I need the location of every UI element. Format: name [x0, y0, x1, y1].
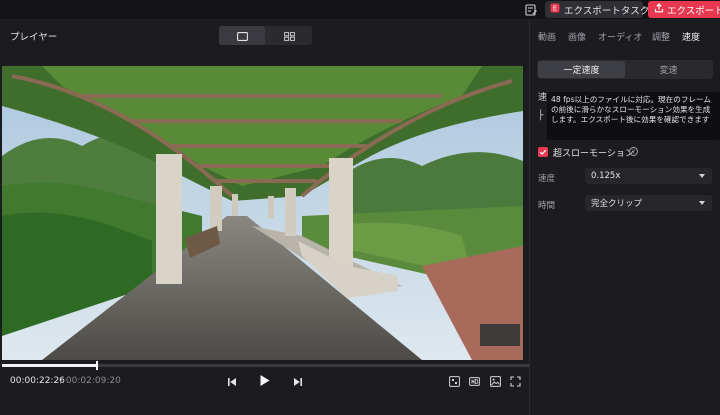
player-header: プレイヤー	[0, 19, 529, 51]
help-icon[interactable]: ?	[629, 147, 638, 156]
image-icon	[489, 372, 501, 391]
editor-window: E エクスポートタスク エクスポート プレイヤー 00:00:22:26 / 0…	[0, 0, 720, 415]
single-view-icon	[236, 26, 248, 45]
pergola-walkway-frame	[2, 66, 523, 360]
timeline-progress	[2, 364, 97, 367]
fullscreen-icon	[509, 372, 521, 391]
speed-select-value: 0.125x	[591, 171, 621, 181]
export-task-icon: E	[550, 3, 560, 16]
playback-timeline[interactable]	[2, 361, 529, 370]
svg-text:E: E	[553, 5, 557, 13]
speed-mode-toggle: 一定速度 変速	[537, 60, 713, 79]
player-title: プレイヤー	[10, 32, 58, 43]
view-mode-toggle	[219, 26, 312, 45]
time-field-label: 時間	[538, 201, 556, 211]
export-button[interactable]: エクスポート	[648, 1, 720, 18]
play-button[interactable]	[256, 374, 272, 388]
total-time: / 00:02:09:20	[60, 376, 121, 386]
next-button[interactable]	[292, 374, 304, 388]
single-view-button[interactable]	[219, 26, 265, 45]
chevron-down-icon	[699, 174, 705, 178]
top-bar: E エクスポートタスク エクスポート	[0, 0, 720, 19]
properties-panel: 動画 画像 オーディオ 調整 速度 一定速度 変速	[530, 19, 720, 415]
speed-field-label: 速度	[538, 174, 556, 184]
hidden-slider-fragment: ├	[538, 111, 544, 121]
previous-button[interactable]	[226, 374, 238, 388]
variable-speed-button[interactable]: 変速	[625, 61, 712, 78]
hd-icon	[468, 372, 480, 391]
chevron-down-icon	[699, 201, 705, 205]
check-icon	[539, 149, 547, 155]
feedback-icon[interactable]	[524, 2, 538, 16]
aspect-ratio-button[interactable]	[448, 374, 460, 388]
timeline-playhead[interactable]	[96, 361, 98, 370]
slowmo-label: 超スローモーション	[553, 149, 634, 159]
hidden-label-fragment: 速	[538, 93, 548, 103]
export-task-button[interactable]: E エクスポートタスク	[545, 1, 649, 18]
skip-forward-icon	[293, 372, 303, 391]
aspect-ratio-icon	[448, 372, 460, 391]
quality-button[interactable]	[468, 374, 480, 388]
time-select[interactable]: 完全クリップ	[585, 195, 712, 211]
tab-audio[interactable]: オーディオ	[598, 30, 642, 43]
fullscreen-button[interactable]	[509, 374, 521, 388]
current-time: 00:00:22:26	[10, 376, 65, 386]
slowmo-checkbox[interactable]	[538, 147, 548, 157]
tab-image[interactable]: 画像	[568, 30, 586, 43]
slowmo-tooltip: 48 fps以上のファイルに対応。現在のフレームの前後に滑らかなスローモーション…	[547, 92, 720, 140]
time-select-value: 完全クリップ	[591, 199, 643, 209]
export-label: エクスポート	[667, 5, 720, 17]
upload-icon	[654, 3, 664, 16]
speed-select[interactable]: 0.125x	[585, 168, 712, 184]
export-task-label: エクスポートタスク	[564, 5, 650, 17]
grid-view-button[interactable]	[266, 26, 312, 45]
video-preview[interactable]	[2, 66, 523, 360]
skip-back-icon	[227, 372, 237, 391]
constant-speed-button[interactable]: 一定速度	[538, 61, 625, 78]
tab-video[interactable]: 動画	[538, 30, 556, 43]
tab-speed[interactable]: 速度	[682, 30, 700, 43]
play-icon	[258, 372, 271, 391]
tab-adjust[interactable]: 調整	[652, 30, 670, 43]
grid-view-icon	[283, 26, 295, 45]
snapshot-button[interactable]	[489, 374, 501, 388]
property-tabs: 動画 画像 オーディオ 調整 速度	[530, 19, 720, 51]
